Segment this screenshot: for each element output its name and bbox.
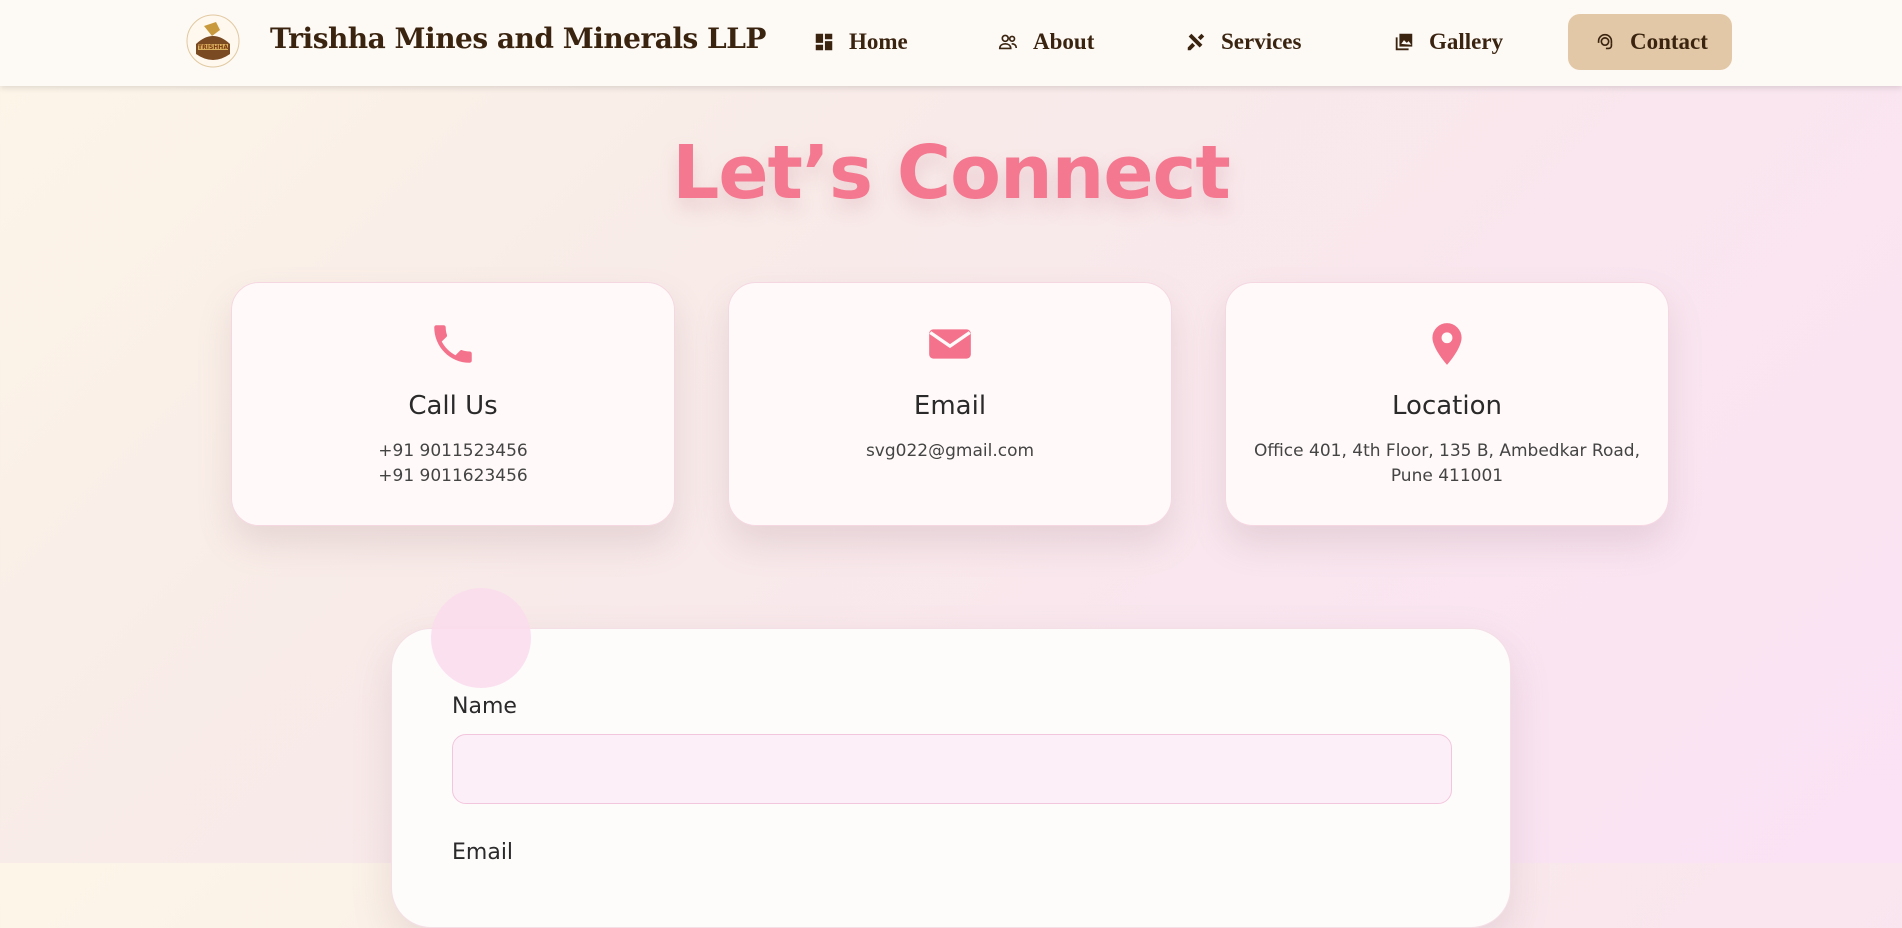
support-agent-icon	[1594, 31, 1616, 53]
company-logo[interactable]: TRISHHA	[186, 14, 240, 68]
location-card: Location Office 401, 4th Floor, 135 B, A…	[1225, 282, 1669, 526]
email-card: Email svg022@gmail.com	[728, 282, 1172, 526]
people-icon	[997, 31, 1019, 53]
decorative-circle	[431, 588, 531, 688]
envelope-icon	[729, 319, 1171, 371]
phone-number[interactable]: +91 9011623456	[232, 466, 674, 486]
card-title: Email	[913, 391, 987, 421]
nav-home[interactable]: Home	[813, 14, 908, 70]
brand-name[interactable]: Trishha Mines and Minerals LLP	[270, 22, 766, 55]
address-line: Pune 411001	[1390, 466, 1504, 486]
nav-contact[interactable]: Contact	[1568, 14, 1732, 70]
nav-contact-label: Contact	[1630, 29, 1708, 54]
email-address[interactable]: svg022@gmail.com	[729, 441, 1171, 461]
tools-icon	[1185, 31, 1207, 53]
phone-number[interactable]: +91 9011523456	[232, 441, 674, 461]
page-title: Let’s Connect	[672, 130, 1231, 216]
call-us-card: Call Us +91 9011523456 +91 9011623456	[231, 282, 675, 526]
name-label: Name	[452, 694, 517, 719]
nav-gallery-label: Gallery	[1429, 29, 1504, 54]
image-icon	[1393, 31, 1415, 53]
top-navbar: TRISHHA Trishha Mines and Minerals LLP H…	[0, 0, 1902, 86]
contact-form: Name Email	[391, 628, 1511, 928]
nav-home-label: Home	[849, 29, 908, 54]
nav-about-label: About	[1033, 29, 1095, 54]
phone-icon	[232, 319, 674, 371]
nav-services[interactable]: Services	[1185, 14, 1301, 70]
nav-services-label: Services	[1221, 29, 1302, 54]
email-label: Email	[452, 840, 514, 865]
location-pin-icon	[1226, 319, 1668, 371]
nav-about[interactable]: About	[997, 14, 1094, 70]
address-line: Office 401, 4th Floor, 135 B, Ambedkar R…	[1253, 441, 1640, 461]
name-input[interactable]	[452, 734, 1452, 804]
card-title: Location	[1392, 391, 1502, 421]
nav-gallery[interactable]: Gallery	[1393, 14, 1503, 70]
dashboard-icon	[813, 31, 835, 53]
svg-text:TRISHHA: TRISHHA	[198, 44, 228, 51]
card-title: Call Us	[408, 391, 498, 421]
